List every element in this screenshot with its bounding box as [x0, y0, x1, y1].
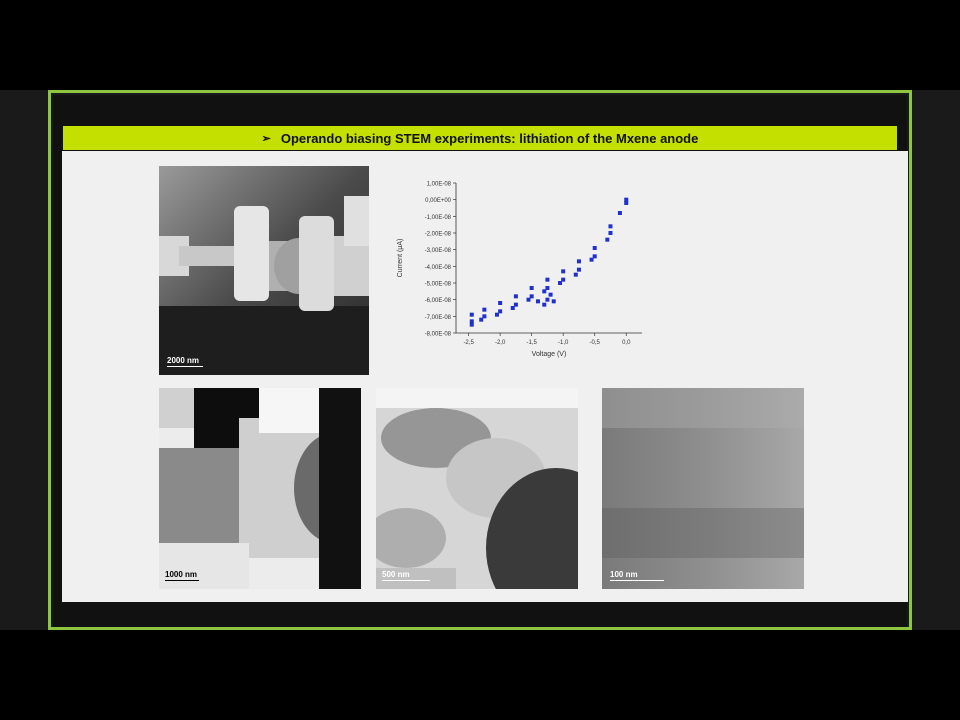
left-letterbox — [0, 90, 48, 630]
y-tick-label: -3,00E-08 — [425, 248, 452, 254]
x-tick-label: -1,5 — [526, 340, 537, 346]
data-point — [576, 259, 581, 264]
y-tick-label: -6,00E-08 — [425, 298, 452, 304]
x-tick-label: -0,5 — [590, 340, 601, 346]
slide-title-bar: ➢ Operando biasing STEM experiments: lit… — [63, 126, 897, 150]
data-point — [545, 277, 550, 282]
data-point — [479, 317, 484, 322]
scale-bar-label: 500 nm — [382, 570, 410, 579]
y-tick-label: -4,00E-08 — [425, 265, 452, 271]
slide-title: Operando biasing STEM experiments: lithi… — [280, 130, 699, 146]
tem-high-image: 100 nm — [602, 388, 804, 589]
data-point — [592, 246, 597, 250]
data-point — [535, 299, 540, 304]
x-axis-label: Voltage (V) — [532, 351, 567, 358]
right-letterbox — [912, 90, 960, 630]
data-point — [548, 292, 553, 297]
data-point — [608, 224, 613, 229]
data-point — [469, 322, 474, 327]
scale-bar-label: 100 nm — [610, 570, 638, 579]
x-tick-label: -2,5 — [463, 340, 474, 346]
data-point — [513, 294, 518, 299]
content-area: 2000 nm 1,00E-08 0,00E+00 -1,00E-08 -2,00E-… — [62, 151, 908, 602]
scale-bar-label: 2000 nm — [167, 356, 200, 365]
scale-bar: 500 nm — [382, 570, 430, 581]
y-tick-label: -5,00E-08 — [425, 282, 452, 288]
scale-bar: 100 nm — [610, 570, 664, 581]
scale-bar: 1000 nm — [165, 570, 199, 581]
data-point — [542, 302, 547, 307]
tem-overview-image: 1000 nm — [159, 388, 361, 589]
scale-bar: 2000 nm — [167, 356, 203, 367]
y-tick-label: -2,00E-08 — [425, 232, 452, 238]
y-tick-label: -1,00E-08 — [425, 215, 452, 221]
data-point — [617, 211, 622, 215]
data-point — [573, 272, 578, 277]
y-tick-label: 1,00E-08 — [427, 182, 452, 188]
slide-frame: ➢ Operando biasing STEM experiments: lit… — [48, 90, 912, 630]
tem-mid-image: 500 nm — [376, 388, 578, 589]
x-tick-label: 0,0 — [622, 340, 631, 346]
scale-bar-label: 1000 nm — [165, 570, 198, 579]
arrow-bullet-icon: ➢ — [261, 132, 271, 145]
data-point — [510, 306, 515, 310]
data-point — [469, 312, 474, 317]
data-point — [589, 257, 594, 262]
y-tick-label: 0,00E+00 — [425, 198, 452, 204]
data-point — [545, 297, 550, 302]
y-tick-label: -7,00E-08 — [425, 315, 452, 321]
data-point — [576, 267, 581, 272]
iv-curve-chart: 1,00E-08 0,00E+00 -1,00E-08 -2,00E-08 -3,00E… — [397, 182, 642, 358]
y-axis-label: Current (µA) — [397, 239, 404, 278]
x-tick-label: -1,0 — [558, 340, 569, 346]
data-point — [561, 269, 566, 274]
data-point — [542, 289, 547, 294]
data-point — [608, 231, 613, 235]
data-point — [529, 286, 534, 290]
data-point — [605, 237, 610, 242]
data-point — [498, 301, 503, 305]
data-point — [482, 307, 487, 312]
data-point — [558, 281, 563, 285]
data-point — [551, 299, 556, 304]
data-point — [494, 312, 499, 317]
y-tick-label: -8,00E-08 — [425, 332, 452, 338]
slide-bottom-strip — [53, 603, 907, 627]
data-point — [526, 297, 531, 302]
x-tick-label: -2,0 — [495, 340, 506, 346]
data-point — [624, 201, 629, 205]
sem-overview-image: 2000 nm — [159, 166, 369, 375]
